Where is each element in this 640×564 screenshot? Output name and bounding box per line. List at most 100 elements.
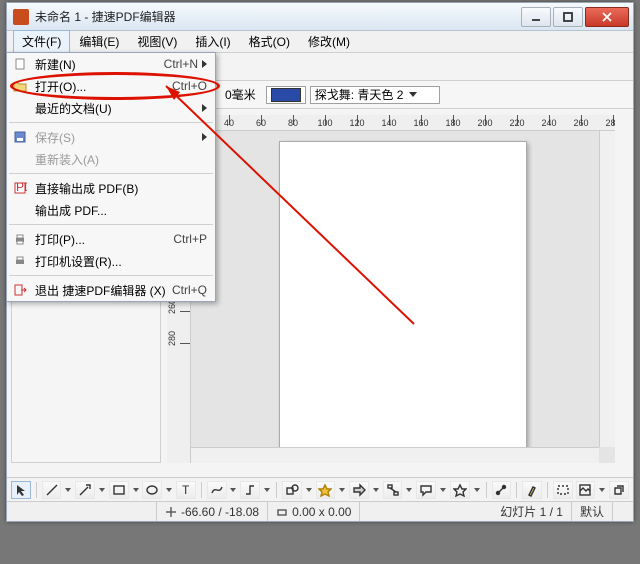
svg-text:PDF: PDF	[16, 181, 27, 194]
tool-ellipse[interactable]	[142, 481, 162, 499]
file-menu-item-11[interactable]: 打印机设置(R)...	[7, 250, 215, 272]
tool-glue[interactable]	[522, 481, 542, 499]
tool-callout-dd[interactable]	[439, 488, 447, 492]
canvas-area[interactable]	[191, 131, 615, 463]
extrusion-icon	[612, 483, 626, 497]
statusbar: -66.60 / -18.08 0.00 x 0.00 幻灯片 1 / 1 默认	[7, 501, 633, 521]
titlebar: 未命名 1 - 捷速PDF编辑器	[7, 3, 633, 31]
close-button[interactable]	[585, 7, 629, 27]
tool-arrowline-dd[interactable]	[98, 488, 106, 492]
tool-fromfile-dd[interactable]	[598, 488, 606, 492]
tool-pointer[interactable]	[11, 481, 31, 499]
style-combo[interactable]: 探戈舞: 青天色 2	[310, 86, 440, 104]
menu-item-shortcut: Ctrl+Q	[172, 283, 207, 297]
line-icon	[45, 483, 59, 497]
curve-icon	[210, 483, 224, 497]
menu-item-label: 直接输出成 PDF(B)	[35, 180, 207, 197]
tool-blockarrow-dd[interactable]	[372, 488, 380, 492]
tool-symbol-dd[interactable]	[338, 488, 346, 492]
tool-arrowline[interactable]	[75, 481, 95, 499]
chevron-down-icon	[409, 92, 417, 97]
status-coords: -66.60 / -18.08	[157, 502, 268, 521]
menu-insert[interactable]: 插入(I)	[186, 30, 239, 53]
save-icon	[11, 129, 29, 145]
file-menu-item-1[interactable]: 打开(O)...Ctrl+O	[7, 75, 215, 97]
tool-curve-dd[interactable]	[230, 488, 238, 492]
tool-line-dd[interactable]	[64, 488, 72, 492]
menu-file[interactable]: 文件(F)	[13, 30, 70, 53]
svg-text:T: T	[182, 483, 190, 497]
file-menu-item-7[interactable]: PDF 直接输出成 PDF(B)	[7, 177, 215, 199]
status-mode: 默认	[572, 502, 613, 521]
tool-fontwork[interactable]	[553, 481, 573, 499]
tool-star[interactable]	[450, 481, 470, 499]
file-menu-item-13[interactable]: 退出 捷速PDF编辑器 (X)Ctrl+Q	[7, 279, 215, 301]
color-swatch-combo[interactable]	[266, 86, 306, 104]
folder-open-icon	[11, 78, 29, 94]
tool-flowchart[interactable]	[383, 481, 403, 499]
scrollbar-horizontal[interactable]	[191, 447, 599, 463]
drawing-toolbar: T	[7, 477, 633, 501]
tool-shapes[interactable]	[282, 481, 302, 499]
minimize-button[interactable]	[521, 7, 551, 27]
status-size: 0.00 x 0.00	[268, 502, 360, 521]
tool-connector[interactable]	[240, 481, 260, 499]
tool-ellipse-dd[interactable]	[165, 488, 173, 492]
chevron-right-icon	[202, 133, 207, 141]
style-combo-label: 探戈舞: 青天色 2	[315, 86, 404, 103]
fromfile-icon	[578, 483, 592, 497]
page[interactable]	[279, 141, 527, 461]
file-menu-item-0[interactable]: 新建(N)Ctrl+N	[7, 53, 215, 75]
exit-icon	[11, 282, 29, 298]
tool-connector-dd[interactable]	[263, 488, 271, 492]
tool-blockarrow[interactable]	[349, 481, 369, 499]
tool-star-dd[interactable]	[473, 488, 481, 492]
printer-icon	[11, 231, 29, 247]
unit-label: 0毫米	[225, 86, 256, 103]
tool-points[interactable]	[492, 481, 512, 499]
tool-fromfile[interactable]	[576, 481, 596, 499]
menu-item-label: 打开(O)...	[35, 78, 172, 95]
menu-item-label: 打印(P)...	[35, 231, 173, 248]
fontwork-icon	[556, 483, 570, 497]
file-dropdown: 新建(N)Ctrl+N打开(O)...Ctrl+O最近的文档(U)保存(S)重新…	[6, 52, 216, 302]
menu-item-shortcut: Ctrl+O	[172, 79, 207, 93]
file-menu-item-8[interactable]: 输出成 PDF...	[7, 199, 215, 221]
maximize-button[interactable]	[553, 7, 583, 27]
menu-item-label: 保存(S)	[35, 129, 198, 146]
tool-rect-dd[interactable]	[132, 488, 140, 492]
tool-callout[interactable]	[416, 481, 436, 499]
tool-line[interactable]	[42, 481, 62, 499]
menu-format[interactable]: 格式(O)	[240, 30, 299, 53]
blank-icon	[11, 202, 29, 218]
printer-gear-icon	[11, 253, 29, 269]
scrollbar-vertical[interactable]	[599, 131, 615, 447]
tool-shapes-dd[interactable]	[305, 488, 313, 492]
tool-extrusion[interactable]	[609, 481, 629, 499]
tool-symbol[interactable]	[316, 481, 336, 499]
tool-rect[interactable]	[109, 481, 129, 499]
blank-icon	[11, 100, 29, 116]
color-swatch	[271, 88, 301, 102]
tool-curve[interactable]	[207, 481, 227, 499]
pdf-icon: PDF	[11, 180, 29, 196]
menu-item-shortcut: Ctrl+P	[173, 232, 207, 246]
shapes-icon	[285, 483, 299, 497]
ruler-horizontal: 20406080100120140160180200220240260280	[167, 115, 615, 131]
menu-view[interactable]: 视图(V)	[128, 30, 186, 53]
callout-icon	[419, 483, 433, 497]
tool-text[interactable]: T	[176, 481, 196, 499]
connector-icon	[243, 483, 257, 497]
menu-edit[interactable]: 编辑(E)	[70, 30, 128, 53]
blockarrow-icon	[352, 483, 366, 497]
file-menu-item-10[interactable]: 打印(P)...Ctrl+P	[7, 228, 215, 250]
maximize-icon	[563, 12, 573, 22]
file-menu-item-4: 保存(S)	[7, 126, 215, 148]
menu-item-label: 新建(N)	[35, 56, 164, 73]
menu-item-label: 输出成 PDF...	[35, 202, 207, 219]
menu-modify[interactable]: 修改(M)	[299, 30, 359, 53]
crosshair-icon	[165, 506, 177, 518]
arrow-icon	[78, 483, 92, 497]
tool-flowchart-dd[interactable]	[405, 488, 413, 492]
file-menu-item-2[interactable]: 最近的文档(U)	[7, 97, 215, 119]
